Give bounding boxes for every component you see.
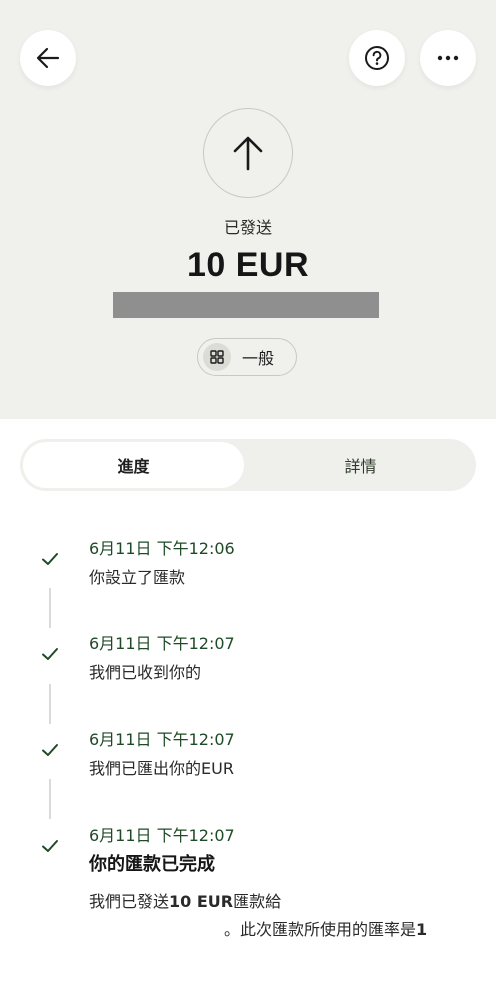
timeline-text: 你設立了匯款 (89, 568, 186, 587)
timeline-date: 6月11日 下午12:07 (89, 730, 235, 749)
timeline-connector (49, 588, 51, 628)
back-button[interactable] (20, 30, 76, 86)
more-dots-icon (437, 55, 459, 61)
check-icon (42, 744, 58, 756)
status-label: 已發送 (223, 218, 272, 237)
completion-note-line2: 。此次匯款所使用的匯率是1 (224, 916, 427, 940)
grid-icon (203, 343, 231, 371)
check-icon (42, 553, 58, 565)
note-text: 。此次匯款所使用的匯率是 (224, 920, 417, 939)
help-button[interactable] (349, 30, 405, 86)
check-icon (42, 648, 58, 660)
more-options-button[interactable] (420, 30, 476, 86)
arrow-up-icon (233, 136, 263, 171)
note-text: 我們已發送 (89, 892, 170, 911)
sent-status-badge (203, 108, 293, 198)
timeline-date: 6月11日 下午12:07 (89, 826, 235, 845)
question-circle-icon (365, 46, 389, 70)
timeline-connector (49, 684, 51, 724)
timeline-date: 6月11日 下午12:07 (89, 634, 235, 653)
timeline-date: 6月11日 下午12:06 (89, 539, 235, 558)
timeline-connector (49, 779, 51, 819)
timeline-text: 你的匯款已完成 (89, 854, 215, 875)
tab-progress[interactable]: 進度 (23, 442, 244, 488)
category-chip[interactable]: 一般 (197, 338, 297, 376)
segmented-tabs: 進度 詳情 (20, 439, 476, 491)
transfer-summary-panel: 已發送 10 EUR 一般 (0, 0, 496, 419)
arrow-left-icon (36, 47, 60, 69)
redacted-recipient (113, 292, 379, 318)
note-text: 匯款給 (233, 892, 282, 911)
note-amount: 10 EUR (169, 892, 234, 911)
note-rate: 1 (416, 920, 428, 939)
tab-details[interactable]: 詳情 (248, 442, 473, 488)
completion-note-line1: 我們已發送10 EUR匯款給 (89, 888, 281, 912)
timeline-text: 我們已收到你的 (89, 663, 202, 682)
transfer-amount: 10 EUR (186, 246, 310, 284)
timeline-text: 我們已匯出你的EUR (89, 759, 234, 778)
category-label: 一般 (242, 349, 275, 368)
check-icon (42, 840, 58, 852)
